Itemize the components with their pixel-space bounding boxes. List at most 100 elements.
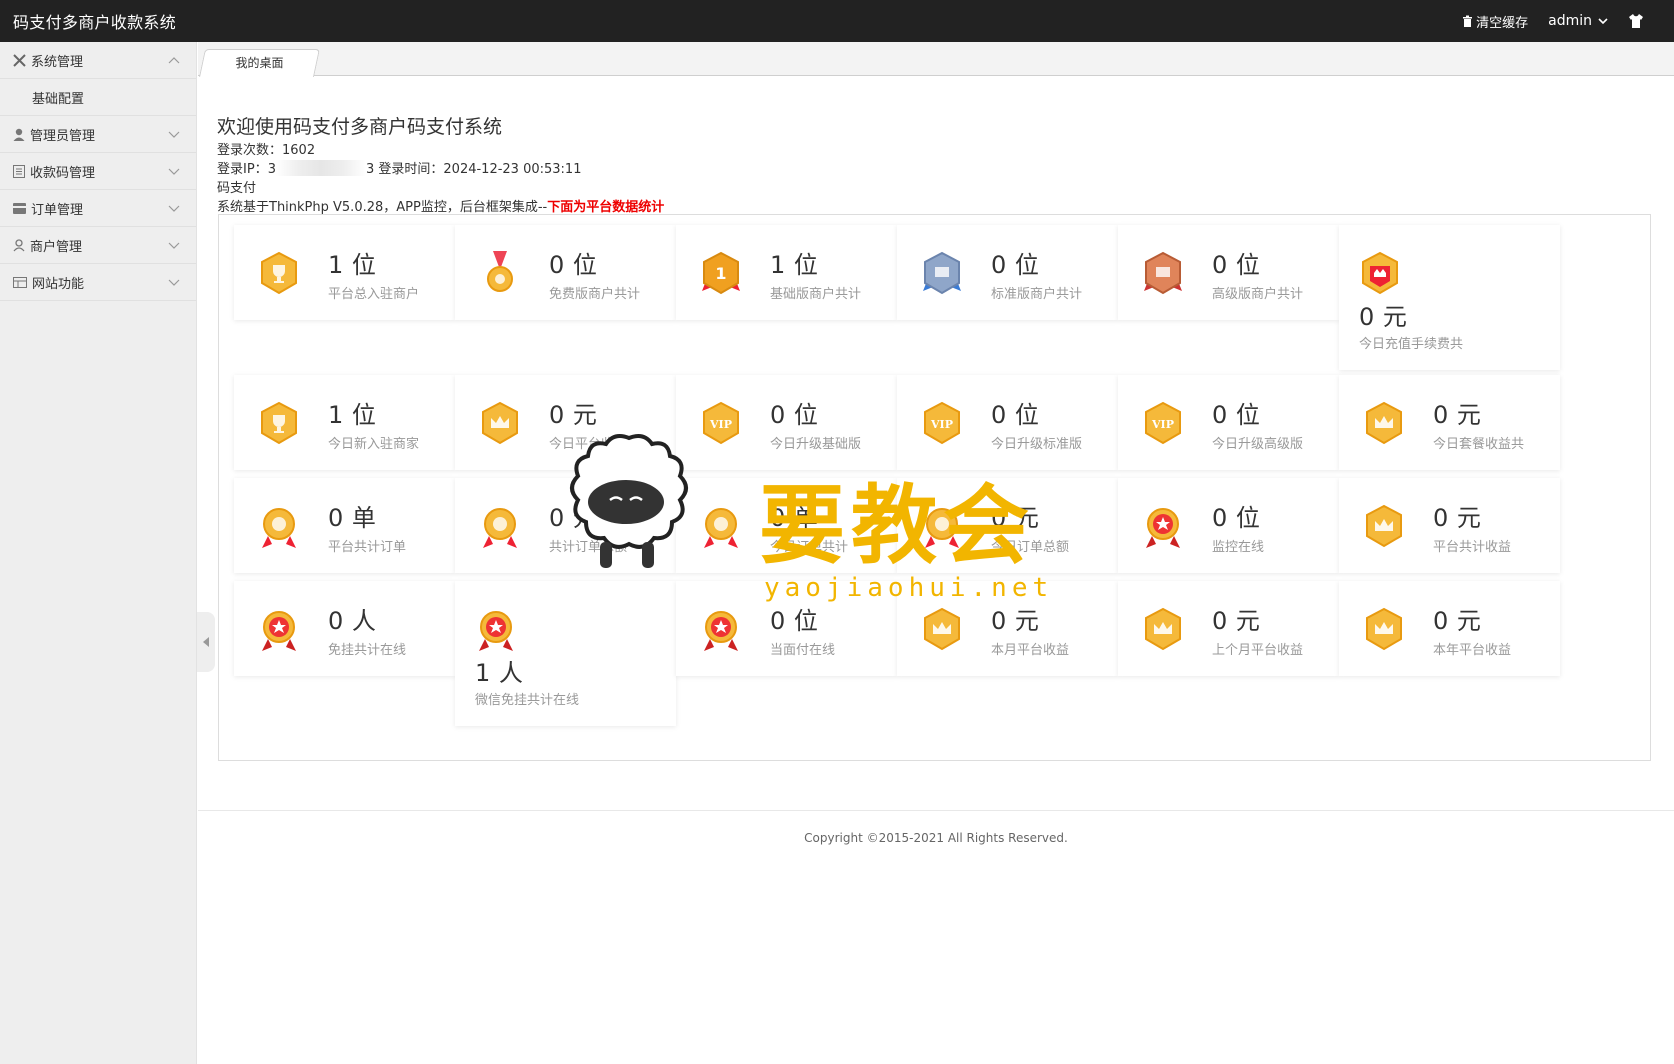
stat-label: 平台共计订单 <box>328 540 407 555</box>
chevron-down-icon <box>168 205 180 212</box>
red-star-medal-icon <box>1142 504 1184 548</box>
crown-hex-icon <box>479 401 521 445</box>
stat-card: 0 元今日充值手续费共 <box>1339 225 1560 370</box>
tab-my-desktop[interactable]: 我的桌面 <box>199 49 320 77</box>
welcome-title: 欢迎使用码支付多商户码支付系统 <box>217 116 503 138</box>
chevron-down-icon <box>168 242 180 249</box>
copyright: Copyright ©2015-2021 All Rights Reserved… <box>804 831 1068 845</box>
main-content: 欢迎使用码支付多商户码支付系统 登录次数：1602 登录IP：3 3 登录时间：2… <box>198 76 1674 1064</box>
stat-card: 0 位当面付在线 <box>676 581 897 676</box>
user-icon <box>13 128 25 141</box>
stat-value: 0 位 <box>770 401 819 429</box>
chevron-down-icon <box>168 279 180 286</box>
stat-card: 1 位平台总入驻商户 <box>234 225 455 320</box>
stat-card: 0 元今日订单总额 <box>897 478 1118 573</box>
clear-cache-button[interactable]: 清空缓存 <box>1462 12 1528 31</box>
sidebar-item-orders[interactable]: 订单管理 <box>0 190 196 227</box>
sidebar-item-merchants[interactable]: 商户管理 <box>0 227 196 264</box>
merchant-icon <box>13 238 25 251</box>
stat-label: 本年平台收益 <box>1433 643 1512 658</box>
crown-hex-icon <box>1142 607 1184 651</box>
chevron-up-icon <box>168 56 180 63</box>
login-ip-prefix: 3 <box>267 162 276 177</box>
stat-label: 平台共计收益 <box>1433 540 1512 555</box>
trophy-hex-icon <box>258 251 300 295</box>
login-count: 1602 <box>282 143 316 158</box>
crown-hex-icon <box>921 607 963 651</box>
stat-label: 今日套餐收益共 <box>1433 437 1525 452</box>
number-one-hex-icon: 1 <box>700 251 742 295</box>
stat-card: 0 元本月平台收益 <box>897 581 1118 676</box>
sidebar-item-label: 管理员管理 <box>30 128 96 144</box>
top-bar: 码支付多商户收款系统 清空缓存 admin <box>0 0 1674 42</box>
stat-value: 0 元 <box>1433 504 1482 532</box>
sidebar-subitem-basic-config[interactable]: 基础配置 <box>0 79 196 116</box>
theme-button[interactable] <box>1628 14 1644 28</box>
stat-label: 监控在线 <box>1212 540 1265 555</box>
stat-card: 0 元今日平台收益共 <box>455 375 676 470</box>
shirt-icon <box>1629 14 1643 28</box>
stat-label: 共计订单总额 <box>549 540 628 555</box>
stat-card: 0 位监控在线 <box>1118 478 1339 573</box>
sidebar-item-system[interactable]: 系统管理 <box>0 42 196 79</box>
user-menu[interactable]: admin <box>1548 13 1608 29</box>
trophy-hex-icon <box>258 401 300 445</box>
ribbon-medal-icon <box>479 251 521 295</box>
stat-card: 0 位高级版商户共计 <box>1118 225 1339 320</box>
stat-value: 0 元 <box>1433 401 1482 429</box>
crown-hex-icon <box>1363 607 1405 651</box>
stat-value: 0 元 <box>1359 303 1408 331</box>
sidebar-item-label: 收款码管理 <box>30 165 96 181</box>
stat-card: 0 位免费版商户共计 <box>455 225 676 320</box>
stat-card: VIP 0 位今日升级基础版 <box>676 375 897 470</box>
sidebar-item-qrcodes[interactable]: 收款码管理 <box>0 153 196 190</box>
chevron-down-icon <box>168 168 180 175</box>
stat-label: 免挂共计在线 <box>328 643 407 658</box>
stat-label: 免费版商户共计 <box>549 287 641 302</box>
list-icon <box>13 164 25 178</box>
stat-label: 平台总入驻商户 <box>328 287 420 302</box>
stat-value: 0 元 <box>549 401 598 429</box>
app-title: 码支付多商户收款系统 <box>13 13 177 32</box>
stat-value: 0 元 <box>991 607 1040 635</box>
stat-label: 今日新入驻商家 <box>328 437 420 452</box>
login-count-label: 登录次数： <box>217 143 283 158</box>
stat-value: 1 位 <box>328 401 377 429</box>
login-ip-suffix: 3 <box>365 162 375 177</box>
stat-label: 今日升级基础版 <box>770 437 862 452</box>
stat-card: 0 单平台共计订单 <box>234 478 455 573</box>
stat-value: 0 元 <box>1433 607 1482 635</box>
stat-value: 0 单 <box>770 504 819 532</box>
stats-heading: 下面为平台数据统计 <box>547 200 665 215</box>
username: admin <box>1548 13 1592 29</box>
red-star-medal-icon <box>475 607 517 651</box>
stat-value: 0 位 <box>991 251 1040 279</box>
stat-card: 1 人微信免挂共计在线 <box>455 581 676 726</box>
stat-card: 0 元今日套餐收益共 <box>1339 375 1560 470</box>
stats-panel: 1 位平台总入驻商户 0 位免费版商户共计 1 1 位基础版商户共计 0 位标准版商户共… <box>218 214 1651 761</box>
crown-hex-icon <box>1363 401 1405 445</box>
trash-icon <box>1463 15 1473 27</box>
stat-label: 今日充值手续费共 <box>1359 337 1464 352</box>
sidebar: 系统管理 基础配置 管理员管理 收款码管理 订单管理 商户管理 网站功能 <box>0 42 197 1064</box>
stat-label: 本月平台收益 <box>991 643 1070 658</box>
stat-value: 0 位 <box>1212 504 1261 532</box>
stat-label: 高级版商户共计 <box>1212 287 1304 302</box>
stat-card: VIP 0 位今日升级高级版 <box>1118 375 1339 470</box>
sidebar-item-website[interactable]: 网站功能 <box>0 264 196 301</box>
sidebar-item-label: 订单管理 <box>31 202 84 218</box>
svg-text:VIP: VIP <box>1151 418 1174 431</box>
stat-value: 1 位 <box>770 251 819 279</box>
stat-label: 基础版商户共计 <box>770 287 862 302</box>
stat-card: 1 1 位基础版商户共计 <box>676 225 897 320</box>
redacted-ip <box>275 160 366 176</box>
sidebar-item-admins[interactable]: 管理员管理 <box>0 116 196 153</box>
stat-label: 今日平台收益共 <box>549 437 641 452</box>
stat-value: 0 元 <box>1212 607 1261 635</box>
red-star-medal-icon <box>700 607 742 651</box>
red-hex-icon <box>1359 251 1401 295</box>
stat-value: 1 人 <box>475 659 524 687</box>
bronze-hex-icon <box>1142 251 1184 295</box>
stat-value: 0 位 <box>549 251 598 279</box>
svg-text:1: 1 <box>715 264 726 283</box>
